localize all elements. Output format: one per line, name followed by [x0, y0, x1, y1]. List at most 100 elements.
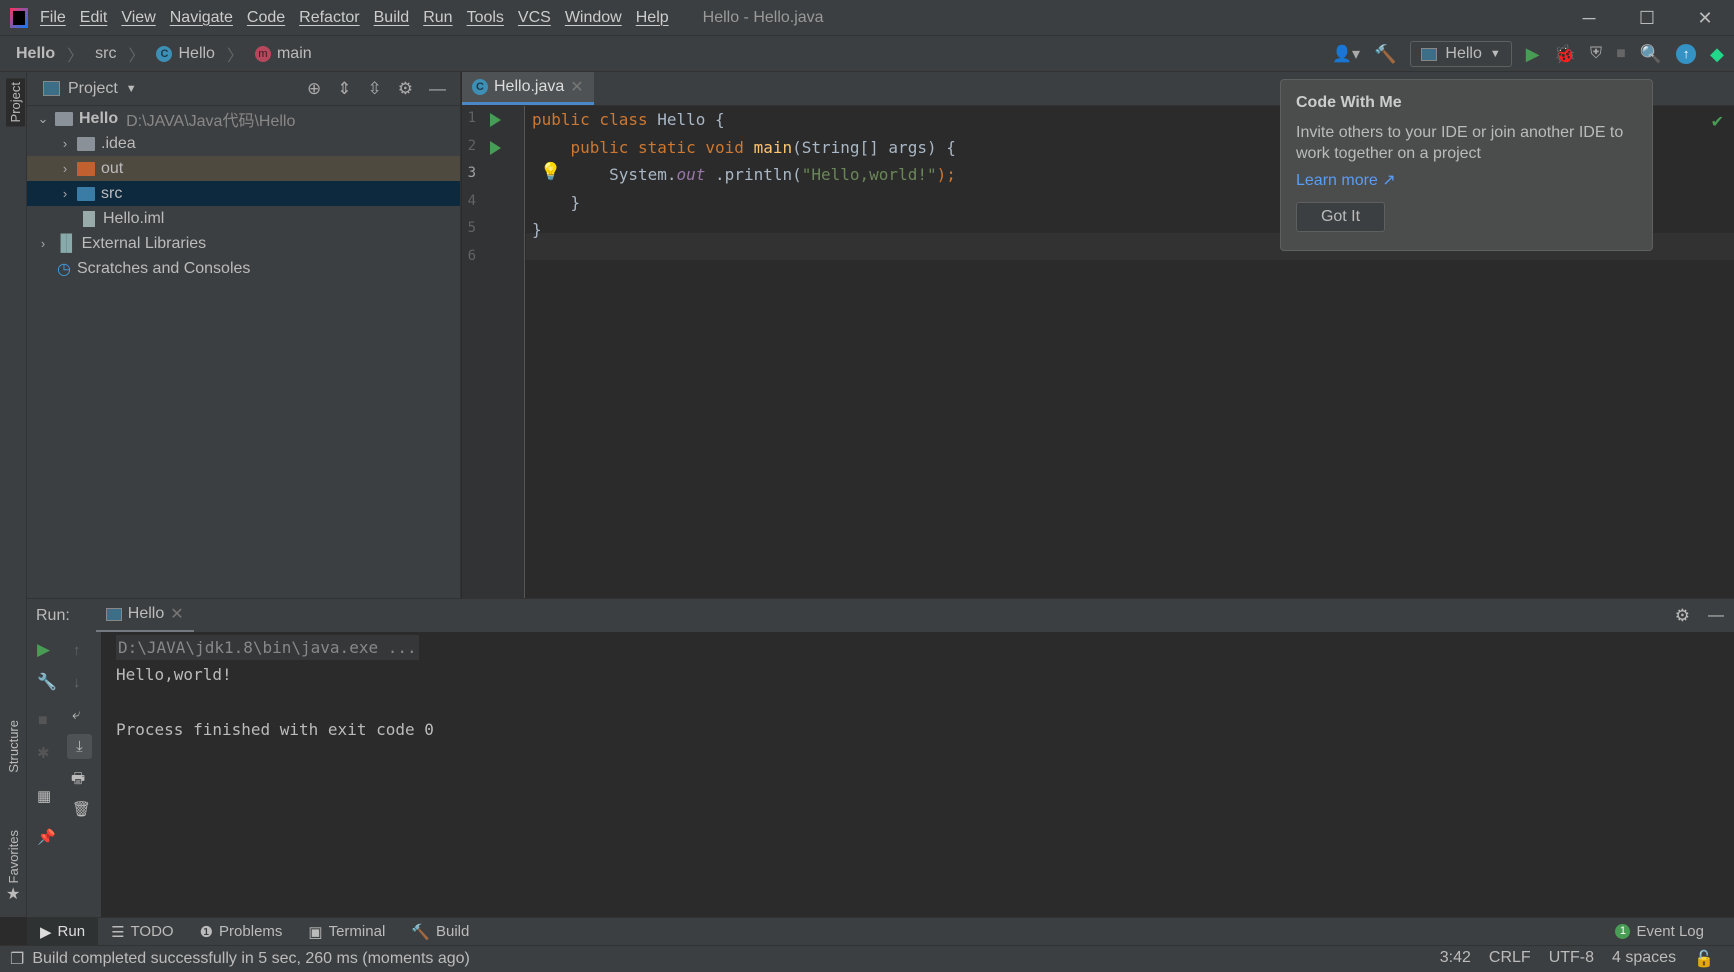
stop-icon[interactable]: ■	[1616, 45, 1626, 63]
tree-item-external-libraries[interactable]: › ▐▌ External Libraries	[27, 231, 460, 256]
breadcrumb-class[interactable]: Hello	[178, 45, 214, 63]
run-tab-hello[interactable]: Hello ✕	[95, 599, 194, 633]
trash-icon[interactable]: 🗑	[72, 800, 91, 818]
tree-item-out[interactable]: › out	[27, 156, 460, 181]
tree-item-hello-iml[interactable]: Hello.iml	[27, 206, 460, 231]
code-token: public static void	[532, 138, 754, 157]
structure-tool-button[interactable]: Structure	[6, 720, 21, 773]
run-gutter-icon[interactable]	[490, 113, 501, 127]
menu-build[interactable]: Build	[374, 9, 410, 26]
indent-setting[interactable]: 4 spaces	[1612, 949, 1676, 969]
close-tab-icon[interactable]: ✕	[570, 77, 583, 97]
event-log-button[interactable]: 1 Event Log	[1602, 918, 1734, 946]
project-view-select[interactable]: Project	[68, 80, 118, 98]
menu-navigate[interactable]: Navigate	[170, 9, 233, 26]
rerun-icon[interactable]: ▶	[37, 640, 50, 660]
expand-all-icon[interactable]: ⇕	[337, 79, 351, 99]
bottom-tab-terminal[interactable]: ▣ Terminal	[295, 918, 398, 946]
stop-icon[interactable]: ■	[38, 712, 48, 730]
print-icon[interactable]: 🖶	[71, 768, 85, 793]
soft-wrap-icon[interactable]: ⤶	[72, 706, 80, 723]
tab-hello-java[interactable]: C Hello.java ✕	[462, 72, 594, 105]
maximize-button[interactable]: ☐	[1618, 0, 1676, 36]
inspection-ok-icon[interactable]: ✔	[1711, 112, 1724, 132]
code-token: out	[676, 165, 706, 184]
gear-icon[interactable]: ⚙	[1675, 606, 1690, 626]
bottom-tab-build[interactable]: 🔨 Build	[398, 918, 482, 946]
hide-icon[interactable]: —	[1708, 607, 1724, 625]
status-message[interactable]: Build completed successfully in 5 sec, 2…	[32, 950, 470, 968]
menu-code[interactable]: Code	[247, 9, 285, 26]
coverage-icon[interactable]: ⛨	[1590, 45, 1602, 63]
scroll-to-end-icon[interactable]: ⤓	[67, 734, 92, 759]
run-label: Run:	[36, 606, 70, 624]
hide-icon[interactable]: —	[429, 79, 446, 99]
run-panel-header: Run: Hello ✕ ⚙ —	[27, 598, 1734, 633]
bottom-tab-run[interactable]: ▶ Run	[27, 917, 99, 946]
menu-tools[interactable]: Tools	[467, 9, 504, 26]
breadcrumb-src[interactable]: src	[95, 45, 116, 63]
menu-edit[interactable]: Edit	[80, 9, 108, 26]
wrench-icon[interactable]: 🔧	[37, 672, 57, 692]
got-it-button[interactable]: Got It	[1296, 202, 1385, 232]
up-arrow-icon[interactable]: ↑	[73, 642, 81, 659]
close-window-button[interactable]: ✕	[1676, 0, 1734, 36]
build-hammer-icon[interactable]: 🔨	[1374, 44, 1396, 65]
run-config-select[interactable]: Hello ▼	[1410, 41, 1512, 67]
file-encoding[interactable]: UTF-8	[1549, 949, 1594, 969]
pin-icon[interactable]: 📌	[37, 828, 56, 846]
update-icon[interactable]: ↑	[1676, 44, 1697, 64]
run-gutter-icon[interactable]	[490, 141, 501, 155]
unlock-icon[interactable]: 🔓	[1694, 949, 1714, 969]
run-console[interactable]: D:\JAVA\jdk1.8\bin\java.exe ... Hello,wo…	[101, 632, 1734, 917]
menu-help[interactable]: Help	[636, 9, 669, 26]
menu-refactor[interactable]: Refactor	[299, 9, 359, 26]
code-with-me-icon[interactable]: 👤▾	[1332, 44, 1360, 64]
tree-item-hello[interactable]: ⌄ Hello D:\JAVA\Java代码\Hello	[27, 106, 460, 131]
menu-window[interactable]: Window	[565, 9, 622, 26]
title-bar: File Edit View Navigate Code Refactor Build Run…	[0, 0, 1734, 36]
tree-item-scratches[interactable]: ◷ Scratches and Consoles	[27, 256, 460, 281]
debug-disabled-icon[interactable]: ✱	[37, 744, 50, 762]
run-tab-label: Hello	[127, 605, 165, 622]
search-icon[interactable]: 🔍	[1640, 44, 1662, 65]
intellij-logo-icon	[10, 7, 28, 28]
menu-run[interactable]: Run	[423, 9, 452, 26]
collapse-all-icon[interactable]: ⇳	[368, 79, 382, 99]
bottom-tab-problems[interactable]: ❶ Problems	[187, 918, 296, 946]
window-title: Hello - Hello.java	[702, 8, 824, 26]
tree-item-idea[interactable]: › .idea	[27, 131, 460, 156]
popup-body: Invite others to your IDE or join anothe…	[1296, 124, 1624, 162]
layout-icon[interactable]: ▦	[37, 787, 51, 805]
breadcrumb-project[interactable]: Hello	[16, 45, 55, 63]
run-icon[interactable]: ▶	[1526, 44, 1540, 65]
code-with-me-popup: Code With Me Invite others to your IDE o…	[1280, 79, 1653, 251]
line-separator[interactable]: CRLF	[1489, 949, 1531, 969]
breadcrumb-method[interactable]: main	[277, 45, 312, 63]
debug-icon[interactable]: 🐞	[1554, 44, 1576, 65]
close-tab-icon[interactable]: ✕	[170, 604, 183, 624]
minimize-button[interactable]: ─	[1560, 0, 1618, 36]
project-panel: Project ▼ ⊕ ⇕ ⇳ ⚙ — ⌄ Hello D:\JAVA\Java代码\Hell…	[27, 72, 461, 598]
menu-file[interactable]: File	[40, 9, 66, 26]
hammer-icon: 🔨	[411, 923, 430, 941]
code-token: public class	[532, 110, 658, 129]
caret-position[interactable]: 3:42	[1440, 949, 1471, 969]
chevron-down-icon[interactable]: ▼	[126, 83, 137, 95]
gear-icon[interactable]: ⚙	[398, 79, 413, 99]
toolbox-icon[interactable]: ◆	[1710, 44, 1724, 65]
tree-item-src[interactable]: › src	[27, 181, 460, 206]
down-arrow-icon[interactable]: ↓	[73, 674, 81, 691]
toggle-tool-windows-icon[interactable]: ❐	[10, 949, 24, 969]
bottom-tab-todo[interactable]: ☰ TODO	[98, 918, 187, 946]
project-view-icon	[43, 81, 60, 96]
tree-label: External Libraries	[81, 234, 207, 252]
learn-more-link[interactable]: Learn more ↗	[1296, 170, 1637, 190]
menu-vcs[interactable]: VCS	[518, 9, 551, 26]
menu-view[interactable]: View	[121, 9, 155, 26]
project-tool-button[interactable]: Project	[6, 78, 25, 127]
locate-icon[interactable]: ⊕	[307, 79, 321, 99]
line-number: 3	[467, 165, 476, 181]
favorites-tool-button[interactable]: Favorites	[6, 830, 21, 883]
excluded-folder-icon	[77, 161, 95, 176]
